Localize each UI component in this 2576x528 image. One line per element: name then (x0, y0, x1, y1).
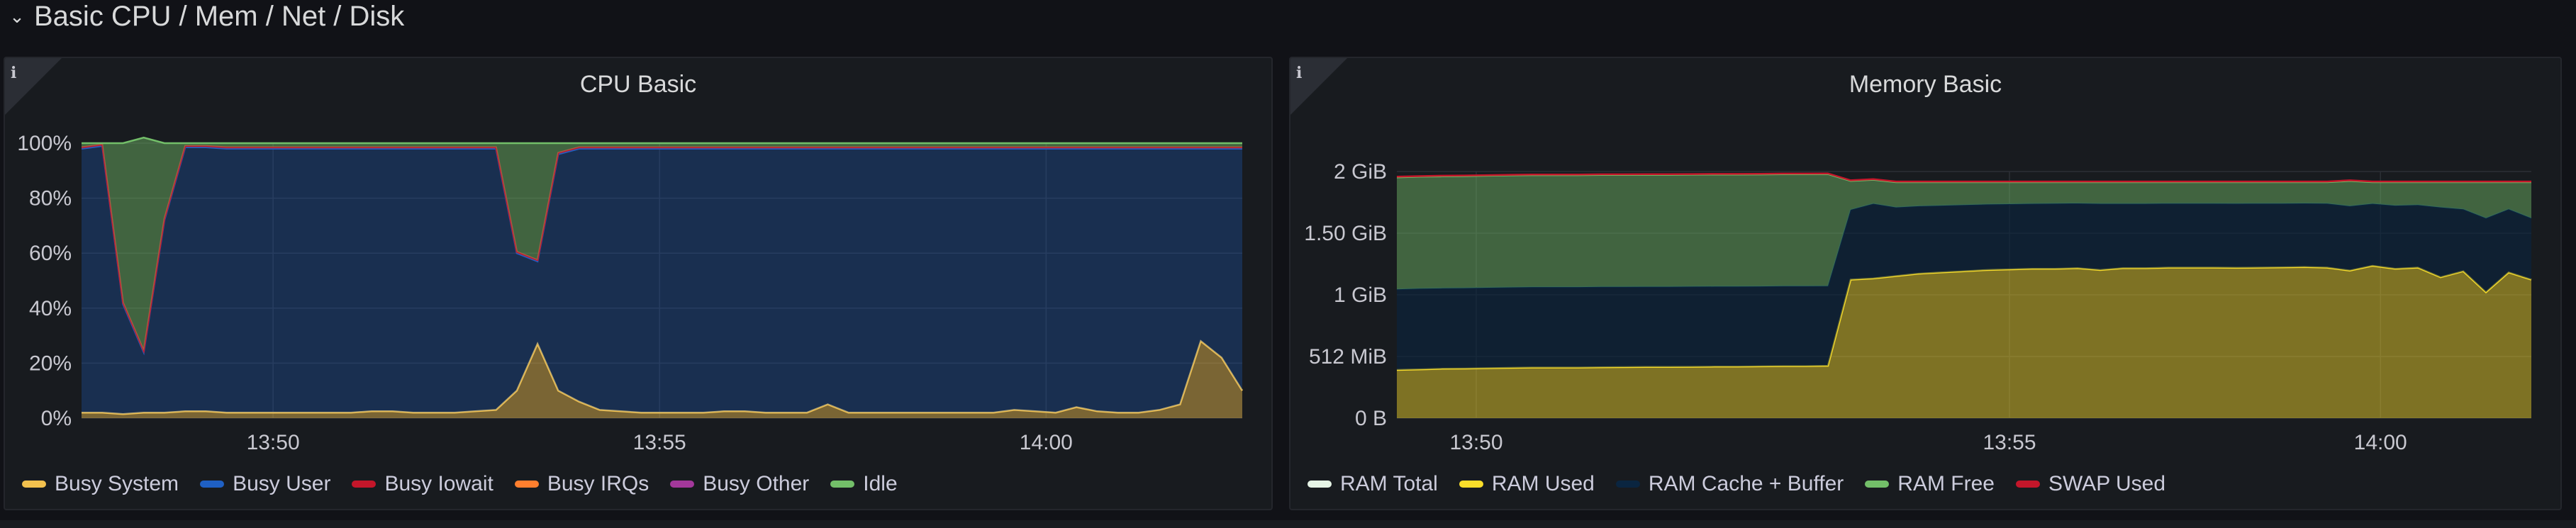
memory-legend: RAM Total RAM Used RAM Cache + Buffer RAM F… (1307, 472, 2165, 496)
cpu-basic-chart[interactable]: 100% 80% 60% 40% 20% 0% 13:50 13:55 14:00 (5, 58, 1273, 510)
memory-basic-panel[interactable]: i Memory Basic 2 GiB 1.50 GiB 1 GiB 512 MiB… (1289, 57, 2562, 510)
legend-item-ram-used[interactable]: RAM Used (1459, 472, 1595, 496)
legend-swatch (830, 481, 855, 488)
cpu-legend: Busy System Busy User Busy Iowait Busy IRQs… (22, 472, 898, 496)
legend-swatch (514, 481, 539, 488)
legend-swatch (1307, 481, 1332, 488)
chevron-down-icon[interactable]: ⌄ (7, 6, 27, 28)
legend-label: Busy Other (703, 472, 810, 495)
legend-swatch (1459, 481, 1483, 488)
legend-item-ram-cache-buffer[interactable]: RAM Cache + Buffer (1615, 472, 1844, 496)
legend-item-ram-free[interactable]: RAM Free (1865, 472, 1995, 496)
x-tick-label: 14:00 (2354, 431, 2407, 454)
y-tick-label: 20% (29, 352, 72, 375)
legend-label: RAM Cache + Buffer (1648, 472, 1844, 495)
y-tick-label: 40% (29, 297, 72, 320)
legend-item-busy-irqs[interactable]: Busy IRQs (514, 472, 649, 496)
legend-label: Busy IRQs (547, 472, 649, 495)
legend-item-swap-used[interactable]: SWAP Used (2015, 472, 2166, 496)
y-tick-label: 80% (29, 187, 72, 210)
y-tick-label: 2 GiB (1334, 160, 1387, 184)
dashboard-row-header[interactable]: ⌄ Basic CPU / Mem / Net / Disk (7, 0, 404, 33)
legend-swatch (670, 481, 695, 488)
y-tick-label: 0 B (1355, 407, 1387, 430)
legend-item-busy-system[interactable]: Busy System (22, 472, 179, 496)
legend-item-idle[interactable]: Idle (830, 472, 898, 496)
area-busy-user (82, 145, 1242, 415)
row-title: Basic CPU / Mem / Net / Disk (34, 0, 405, 32)
y-tick-label: 0% (41, 407, 72, 430)
legend-swatch (2015, 481, 2040, 488)
legend-label: RAM Free (1897, 472, 1995, 495)
line-idle[interactable] (82, 136, 1242, 145)
legend-label: SWAP Used (2048, 472, 2166, 495)
memory-basic-chart[interactable]: 2 GiB 1.50 GiB 1 GiB 512 MiB 0 B 13:50 13:55 14… (1290, 58, 2562, 510)
legend-item-ram-total[interactable]: RAM Total (1307, 472, 1438, 496)
legend-swatch (1865, 481, 1890, 488)
legend-label: RAM Used (1491, 472, 1595, 495)
y-tick-label: 512 MiB (1309, 345, 1387, 369)
x-tick-label: 13:50 (247, 431, 300, 454)
next-row-edge (0, 520, 2576, 528)
y-tick-label: 100% (17, 132, 72, 155)
cpu-basic-panel[interactable]: i CPU Basic 100% 80% 60% 40% 20% 0% 13:50 13:55… (4, 57, 1273, 510)
y-tick-label: 1.50 GiB (1304, 222, 1387, 245)
legend-swatch (200, 481, 225, 488)
legend-swatch (352, 481, 377, 488)
x-tick-label: 13:55 (633, 431, 686, 454)
legend-label: RAM Total (1340, 472, 1438, 495)
legend-item-busy-iowait[interactable]: Busy Iowait (352, 472, 494, 496)
y-tick-label: 60% (29, 242, 72, 265)
legend-label: Busy Iowait (384, 472, 494, 495)
legend-item-busy-other[interactable]: Busy Other (670, 472, 809, 496)
legend-label: Idle (863, 472, 898, 495)
legend-label: Busy User (233, 472, 331, 495)
x-tick-label: 13:50 (1449, 431, 1502, 454)
legend-label: Busy System (55, 472, 179, 495)
legend-item-busy-user[interactable]: Busy User (200, 472, 330, 496)
x-tick-label: 14:00 (1020, 431, 1073, 454)
legend-swatch (1615, 481, 1640, 488)
y-tick-label: 1 GiB (1334, 283, 1387, 307)
x-tick-label: 13:55 (1983, 431, 2036, 454)
legend-swatch (22, 481, 46, 488)
